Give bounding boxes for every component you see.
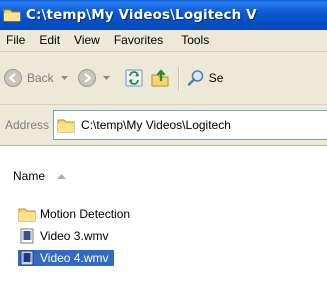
sort-ascending-icon xyxy=(57,173,67,179)
address-bar: Address C:\temp\My Videos\Logitech xyxy=(0,105,327,146)
toolbar: Back Se xyxy=(0,52,327,105)
forward-button[interactable] xyxy=(77,58,110,98)
up-folder-icon[interactable] xyxy=(150,68,170,88)
chevron-down-icon[interactable] xyxy=(102,76,110,80)
list-item-label: Motion Detection xyxy=(40,207,131,221)
video-file-icon xyxy=(20,250,34,266)
address-value: C:\temp\My Videos\Logitech xyxy=(81,118,231,132)
menu-file[interactable]: File xyxy=(0,30,32,51)
menu-edit[interactable]: Edit xyxy=(32,30,67,51)
search-button[interactable]: Se xyxy=(187,69,224,87)
column-header-name[interactable]: Name xyxy=(13,169,67,183)
chevron-down-icon[interactable] xyxy=(60,76,68,80)
file-list[interactable]: Name Motion Detection Video 3.wmv Video … xyxy=(0,146,327,302)
list-item-motion-detection[interactable]: Motion Detection xyxy=(18,205,132,223)
toolbar-separator xyxy=(177,66,180,90)
list-item-video-3[interactable]: Video 3.wmv xyxy=(18,227,110,245)
list-item-label: Video 4.wmv xyxy=(40,251,109,265)
list-item-video-4[interactable]: Video 4.wmv xyxy=(18,249,115,267)
search-icon xyxy=(187,70,203,86)
list-item-label: Video 3.wmv xyxy=(40,229,109,243)
menu-view[interactable]: View xyxy=(67,30,107,51)
search-label: Se xyxy=(208,71,224,85)
forward-arrow-icon xyxy=(77,69,96,87)
window-title: C:\temp\My Videos\Logitech V xyxy=(26,7,257,23)
folder-icon xyxy=(57,119,75,132)
back-arrow-icon xyxy=(4,69,22,87)
address-field[interactable]: C:\temp\My Videos\Logitech xyxy=(53,110,327,140)
video-file-icon xyxy=(20,228,34,244)
address-label: Address xyxy=(5,118,50,132)
selection-highlight: Video 4.wmv xyxy=(18,250,115,266)
menu-tools[interactable]: Tools xyxy=(174,30,216,51)
menu-bar: File Edit View Favorites Tools xyxy=(0,30,327,52)
menu-favorites[interactable]: Favorites xyxy=(107,30,170,51)
back-button[interactable]: Back xyxy=(4,58,68,98)
folder-icon xyxy=(18,208,36,222)
refresh-icon[interactable] xyxy=(124,68,144,88)
folder-icon xyxy=(3,9,21,22)
title-bar[interactable]: C:\temp\My Videos\Logitech V xyxy=(0,0,327,30)
column-header-label: Name xyxy=(13,169,46,183)
back-label: Back xyxy=(27,71,54,85)
